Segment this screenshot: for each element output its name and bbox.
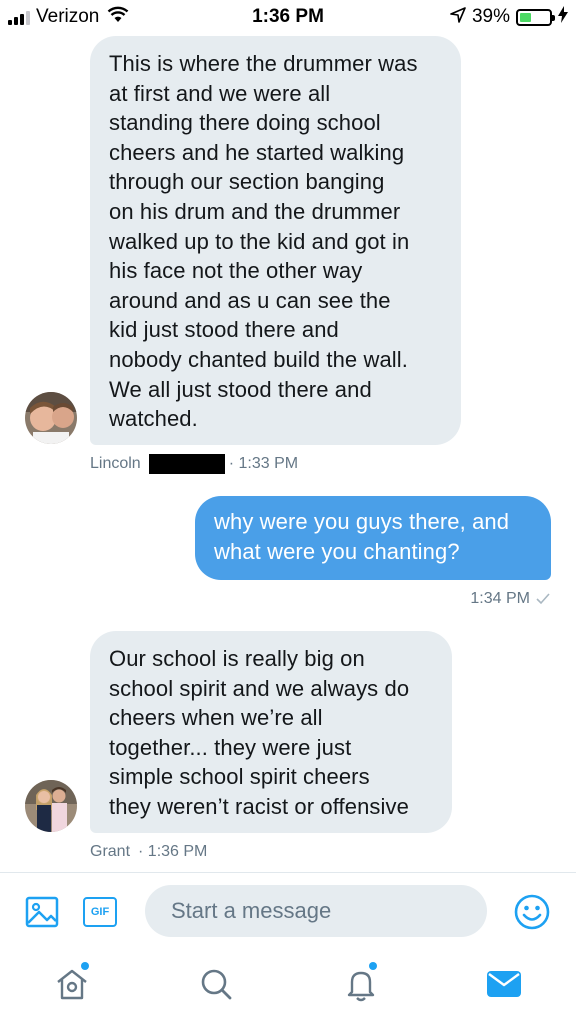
incoming-message-bubble[interactable]: This is where the drummer was at first a…: [90, 36, 461, 445]
message-text-line: why were you guys there, and: [214, 509, 510, 534]
tab-bar: [0, 950, 576, 1024]
message-text-line: cheers when we’re all: [109, 705, 323, 731]
charging-icon: [558, 6, 568, 28]
outgoing-message-bubble[interactable]: why were you guys there, and what were y…: [195, 496, 551, 580]
status-bar: Verizon 1:36 PM 39%: [0, 0, 576, 34]
mail-icon: [485, 969, 523, 1004]
message-text-line: school spirit and we always do: [109, 675, 410, 701]
tab-notifications[interactable]: [341, 962, 381, 1008]
message-text-line: at first and we were all: [109, 80, 331, 106]
tab-messages[interactable]: [484, 964, 524, 1008]
gif-label: GIF: [90, 906, 110, 918]
notification-dot: [369, 962, 377, 970]
message-time: · 1:36 PM: [138, 843, 208, 860]
message-text-line: cheers and he started walking: [109, 139, 405, 165]
tab-search[interactable]: [196, 964, 236, 1008]
message-text-line: what were you chanting?: [214, 538, 460, 564]
message-text-line: on his drum and the drummer: [109, 198, 401, 224]
message-text-line: kid just stood there and: [109, 317, 339, 343]
avatar[interactable]: [25, 780, 77, 832]
message-composer: GIF: [0, 872, 576, 950]
gif-icon[interactable]: GIF: [82, 895, 118, 929]
message-text-line: nobody chanted build the wall.: [109, 346, 408, 372]
message-meta: 1:34 PM: [470, 590, 550, 608]
message-text-line: walked up to the kid and got in: [109, 228, 410, 254]
sender-name: Grant: [90, 843, 131, 860]
sent-check-icon: [536, 593, 550, 605]
avatar[interactable]: [25, 392, 77, 444]
message-text-line: We all just stood there and: [109, 376, 372, 402]
message-input[interactable]: [145, 885, 487, 937]
message-text-line: they weren’t racist or offensive: [109, 793, 409, 819]
tab-home[interactable]: [52, 962, 92, 1008]
image-icon[interactable]: [24, 895, 60, 929]
incoming-message-bubble[interactable]: Our school is really big on school spiri…: [90, 631, 452, 833]
message-text-line: simple school spirit cheers: [109, 764, 370, 790]
message-text-line: standing there doing school: [109, 110, 381, 136]
battery-icon: [516, 8, 555, 26]
bell-icon: [343, 966, 379, 1007]
message-time: 1:34 PM: [470, 590, 530, 607]
message-text-line: Our school is really big on: [109, 646, 365, 671]
home-icon: [54, 966, 90, 1007]
message-time: · 1:33 PM: [228, 455, 299, 472]
message-text-line: together... they were just: [109, 734, 352, 760]
sender-name: Lincoln: [90, 455, 141, 472]
message-text-line: watched.: [109, 406, 198, 432]
redacted-name: [148, 454, 225, 474]
battery-percent: 39%: [471, 6, 510, 27]
status-right: 39%: [450, 6, 568, 28]
message-meta: Grant · 1:36 PM: [90, 843, 207, 861]
location-icon: [450, 6, 466, 28]
search-icon: [198, 966, 234, 1007]
message-text-line: This is where the drummer was: [109, 51, 418, 76]
message-text-line: through our section banging: [109, 169, 385, 195]
message-text-line: around and as u can see the: [109, 287, 391, 313]
emoji-icon[interactable]: [512, 893, 552, 931]
notification-dot: [81, 962, 89, 970]
message-meta: Lincoln · 1:33 PM: [90, 454, 298, 474]
message-text-line: his face not the other way: [109, 258, 363, 284]
